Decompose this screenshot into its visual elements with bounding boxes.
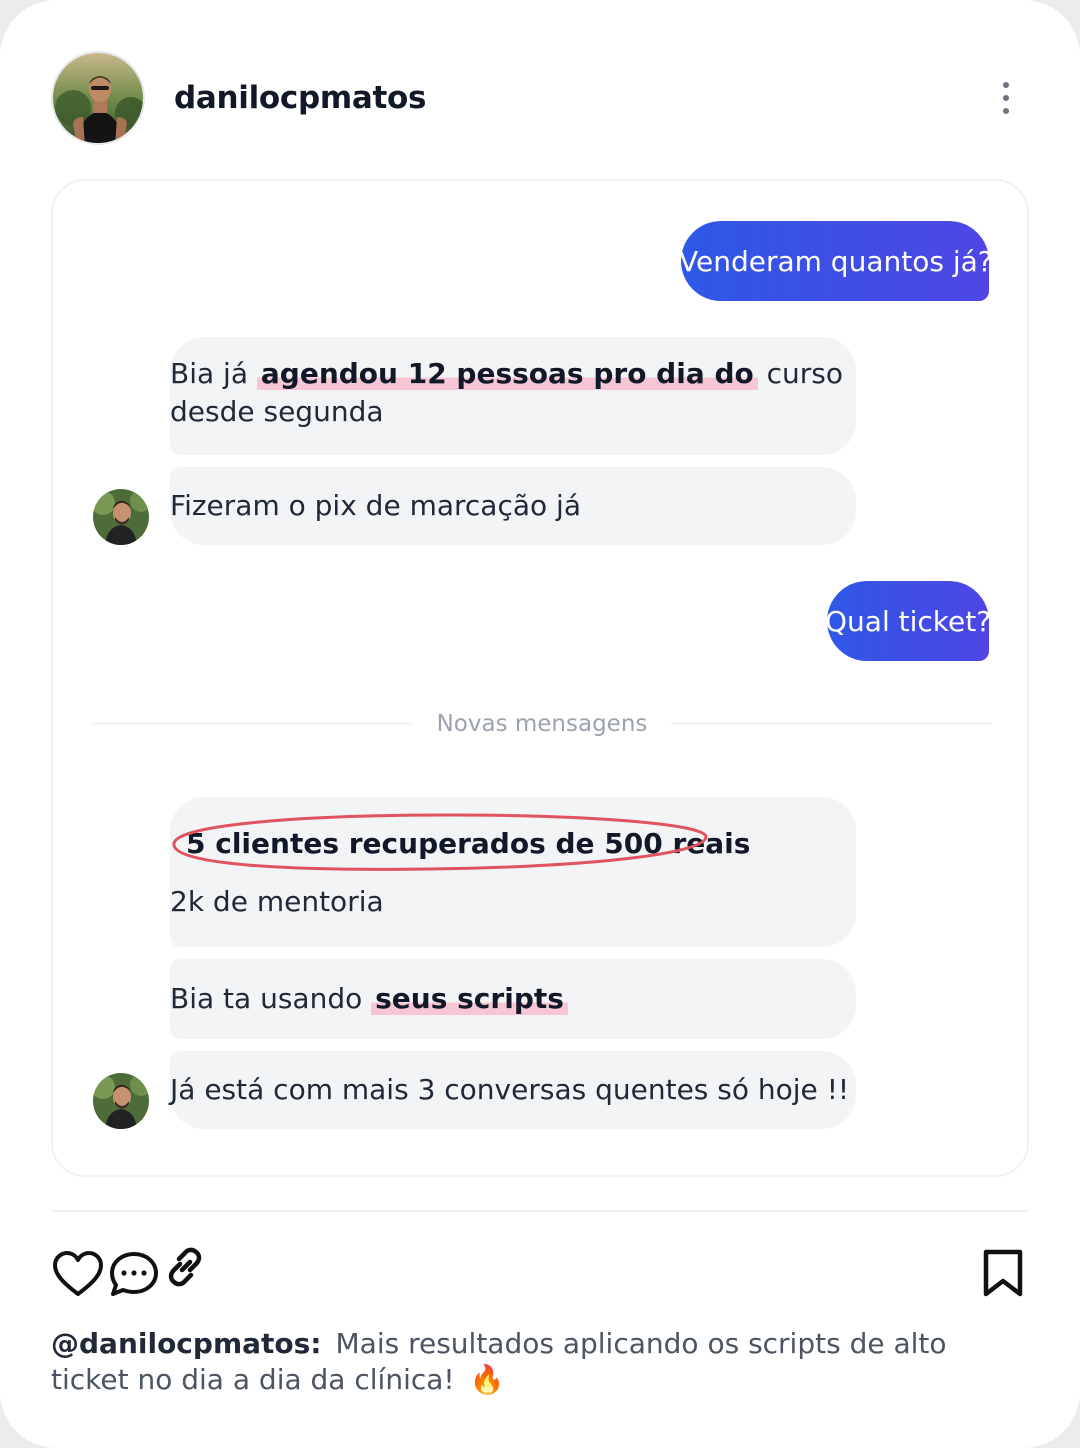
incoming-message: Fizeram o pix de marcação já [170, 467, 856, 545]
incoming-message: 5 clientes recuperados de 500 reais 2k d… [170, 797, 856, 947]
message-text: Qual ticket? [825, 604, 992, 638]
highlighted-text: seus scripts [371, 982, 568, 1015]
post-actions [0, 1240, 1080, 1310]
divider-label: Novas mensagens [436, 711, 648, 737]
message-text: Venderam quantos já? [679, 244, 993, 278]
bookmark-icon[interactable] [982, 1248, 1024, 1303]
highlighted-text: agendou 12 pessoas pro dia do [256, 357, 758, 390]
sender-avatar [93, 489, 149, 545]
comment-icon[interactable] [108, 1250, 160, 1303]
chat-panel: Venderam quantos já? Bia já agendou 12 p… [51, 179, 1029, 1177]
outgoing-message: Qual ticket? [825, 581, 992, 661]
sender-avatar [93, 1073, 149, 1129]
divider [51, 1210, 1029, 1212]
message-line: desde segunda [170, 395, 384, 428]
post-caption: @danilocpmatos: Mais resultados aplicando… [51, 1326, 1031, 1398]
fire-emoji: 🔥 [469, 1363, 505, 1396]
incoming-message: Bia ta usando seus scripts [170, 959, 856, 1039]
outgoing-message: Venderam quantos já? [679, 221, 993, 301]
post-header: danilocpmatos [0, 0, 1080, 180]
message-text: Fizeram o pix de marcação já [170, 489, 581, 522]
new-messages-divider: Novas mensagens [93, 711, 991, 737]
incoming-message: Bia já agendou 12 pessoas pro dia do cur… [170, 337, 856, 455]
link-icon[interactable] [164, 1246, 206, 1293]
annotation-circle [172, 813, 708, 871]
post-card: danilocpmatos Venderam quantos já? Bia j… [0, 0, 1080, 1448]
username[interactable]: danilocpmatos [174, 80, 426, 116]
message-line: 2k de mentoria [170, 885, 384, 918]
incoming-message: Já está com mais 3 conversas quentes só … [170, 1051, 856, 1129]
caption-username[interactable]: @danilocpmatos: [51, 1327, 322, 1360]
more-vertical-icon[interactable] [990, 78, 1022, 118]
profile-avatar[interactable] [51, 51, 145, 145]
heart-icon[interactable] [52, 1250, 104, 1303]
message-line: Bia já agendou 12 pessoas pro dia do cur… [170, 357, 844, 390]
message-text: Já está com mais 3 conversas quentes só … [170, 1073, 850, 1106]
